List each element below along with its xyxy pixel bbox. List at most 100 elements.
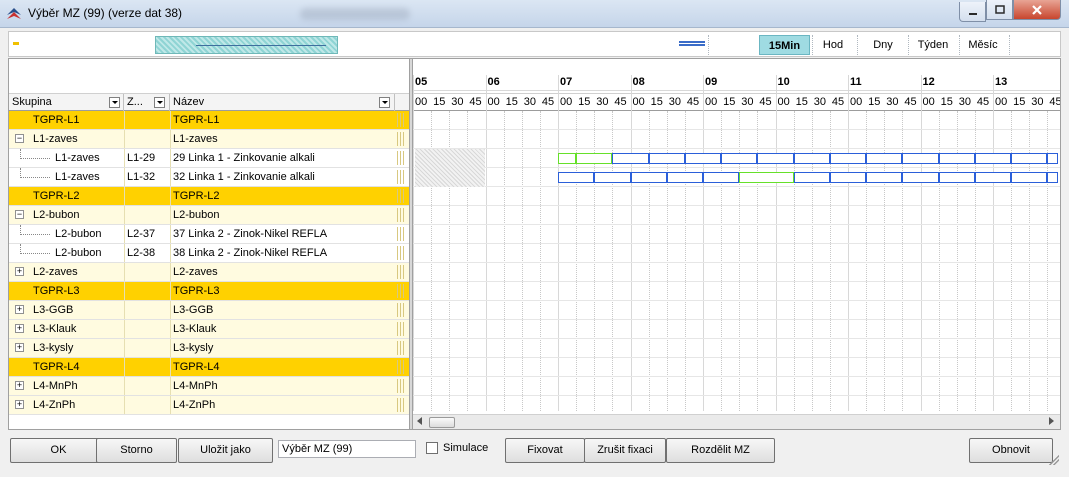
schedule-bar[interactable] — [612, 153, 649, 164]
schedule-bar[interactable] — [1047, 153, 1058, 164]
column-header-nazev[interactable]: Název — [170, 94, 395, 111]
scale-15min-button[interactable]: 15Min — [759, 35, 810, 55]
table-row[interactable]: + L4-MnPh L4-MnPh — [9, 377, 409, 396]
schedule-bar[interactable] — [594, 172, 631, 183]
cell-nazev: 32 Linka 1 - Zinkovanie alkali — [173, 171, 315, 183]
schedule-bar[interactable] — [684, 153, 722, 164]
minute-gridline — [539, 111, 541, 411]
minute-label: 00 — [487, 96, 500, 108]
close-icon — [1032, 4, 1042, 15]
minute-label: 00 — [560, 96, 573, 108]
schedule-bar[interactable] — [974, 153, 1012, 164]
table-row[interactable]: + L3-Klauk L3-Klauk — [9, 320, 409, 339]
cell-nazev: L3-kysly — [173, 342, 214, 354]
filter-dropdown-icon[interactable] — [154, 97, 165, 108]
minimize-button[interactable] — [959, 2, 986, 22]
scale-days-button[interactable]: Dny — [861, 35, 905, 55]
row-grip — [397, 132, 405, 146]
scroll-left-icon[interactable] — [417, 417, 422, 425]
row-grip — [397, 113, 405, 127]
scrollbar-thumb[interactable] — [429, 417, 455, 428]
schedule-bar[interactable] — [757, 153, 794, 164]
schedule-bar[interactable] — [558, 172, 595, 183]
table-row[interactable]: + L2-zaves L2-zaves — [9, 263, 409, 282]
scroll-right-icon[interactable] — [1049, 417, 1054, 425]
close-button[interactable] — [1013, 0, 1061, 20]
table-row[interactable]: − L2-bubon L2-bubon — [9, 206, 409, 225]
schedule-bar[interactable] — [1047, 172, 1058, 183]
rozdelit-mz-button[interactable]: Rozdělit MZ — [666, 438, 775, 463]
maximize-button[interactable] — [986, 0, 1013, 20]
schedule-bar[interactable] — [666, 172, 703, 183]
table-row[interactable]: TGPR-L2 TGPR-L2 — [9, 187, 409, 206]
row-grip — [397, 227, 405, 241]
cell-nazev: L4-MnPh — [173, 380, 218, 392]
table-row[interactable]: TGPR-L1 TGPR-L1 — [9, 111, 409, 130]
scale-hour-button[interactable]: Hod — [813, 35, 853, 55]
cell-nazev: TGPR-L2 — [173, 190, 220, 202]
schedule-bar[interactable] — [902, 172, 939, 183]
schedule-bar[interactable] — [938, 153, 975, 164]
table-row[interactable]: + L3-kysly L3-kysly — [9, 339, 409, 358]
schedule-bar[interactable] — [558, 153, 577, 164]
table-row[interactable]: L1-zaves L1-29 29 Linka 1 - Zinkovanie alk… — [9, 149, 409, 168]
table-row[interactable]: TGPR-L4 TGPR-L4 — [9, 358, 409, 377]
filter-dropdown-icon[interactable] — [379, 97, 390, 108]
scale-week-button[interactable]: Týden — [910, 35, 956, 55]
filter-dropdown-icon[interactable] — [109, 97, 120, 108]
title-bar[interactable]: Výběr MZ (99) (verze dat 38) — [0, 0, 1069, 28]
cell-nazev: 38 Linka 2 - Zinok-Nikel REFLA — [173, 247, 328, 259]
schedule-bar[interactable] — [829, 172, 867, 183]
horizontal-scrollbar[interactable] — [413, 414, 1060, 429]
hour-label: 08 — [632, 76, 645, 88]
schedule-bar[interactable] — [866, 172, 903, 183]
minute-label: 15 — [650, 96, 663, 108]
table-row[interactable]: TGPR-L3 TGPR-L3 — [9, 282, 409, 301]
row-gridline — [413, 167, 1060, 168]
table-row[interactable]: − L1-zaves L1-zaves — [9, 130, 409, 149]
main-panel: Skupina Z... Název TGPR-L1 TGPR-L1− L1-zav… — [8, 58, 1061, 430]
table-row[interactable]: L2-bubon L2-38 38 Linka 2 - Zinok-Nikel RE… — [9, 244, 409, 263]
schedule-bar[interactable] — [902, 153, 939, 164]
column-header-skupina[interactable]: Skupina — [9, 94, 124, 111]
table-row[interactable]: L2-bubon L2-37 37 Linka 2 - Zinok-Nikel RE… — [9, 225, 409, 244]
column-header-grip[interactable] — [395, 94, 409, 111]
schedule-bar[interactable] — [739, 172, 794, 183]
table-row[interactable]: L1-zaves L1-32 32 Linka 1 - Zinkovanie alk… — [9, 168, 409, 187]
column-header-z[interactable]: Z... — [124, 94, 170, 111]
schedule-bar[interactable] — [793, 172, 830, 183]
storno-button[interactable]: Storno — [96, 438, 177, 463]
resize-grip-icon[interactable] — [1049, 455, 1059, 465]
schedule-bar[interactable] — [630, 172, 667, 183]
cell-nazev: L2-bubon — [173, 209, 220, 221]
zrusit-fixaci-button[interactable]: Zrušit fixaci — [584, 438, 666, 463]
schedule-bar[interactable] — [829, 153, 867, 164]
gantt-chart: 05 06 07 08 09 10 11 12 13 00 15 30 45 00 15 30 45 00 15 3… — [413, 59, 1060, 429]
row-gridline — [413, 205, 1060, 206]
schedule-bar[interactable] — [721, 153, 758, 164]
fixovat-button[interactable]: Fixovat — [505, 438, 585, 463]
schedule-bar[interactable] — [938, 172, 975, 183]
cell-nazev: TGPR-L4 — [173, 361, 220, 373]
schedule-bar[interactable] — [703, 172, 740, 183]
schedule-bar[interactable] — [974, 172, 1012, 183]
row-gridline — [413, 395, 1060, 396]
row-gridline — [413, 129, 1060, 130]
scale-month-button[interactable]: Měsíc — [961, 35, 1005, 55]
schedule-bar[interactable] — [1011, 172, 1048, 183]
save-as-button[interactable]: Uložit jako — [178, 438, 273, 463]
ok-button[interactable]: OK — [10, 438, 107, 463]
schedule-bar[interactable] — [1011, 153, 1048, 164]
schedule-bar[interactable] — [866, 153, 903, 164]
schedule-bar[interactable] — [648, 153, 685, 164]
obnovit-button[interactable]: Obnovit — [969, 438, 1053, 463]
timeline-overview-strip[interactable] — [155, 36, 338, 54]
simulace-checkbox[interactable] — [426, 442, 438, 454]
hours-header: 05 06 07 08 09 10 11 12 13 — [413, 75, 1060, 91]
table-row[interactable]: + L3-GGB L3-GGB — [9, 301, 409, 320]
schedule-bar[interactable] — [793, 153, 830, 164]
schedule-bar[interactable] — [576, 153, 613, 164]
table-row[interactable]: + L4-ZnPh L4-ZnPh — [9, 396, 409, 415]
selection-name-input[interactable] — [278, 440, 416, 458]
cell-nazev: L2-zaves — [173, 266, 218, 278]
